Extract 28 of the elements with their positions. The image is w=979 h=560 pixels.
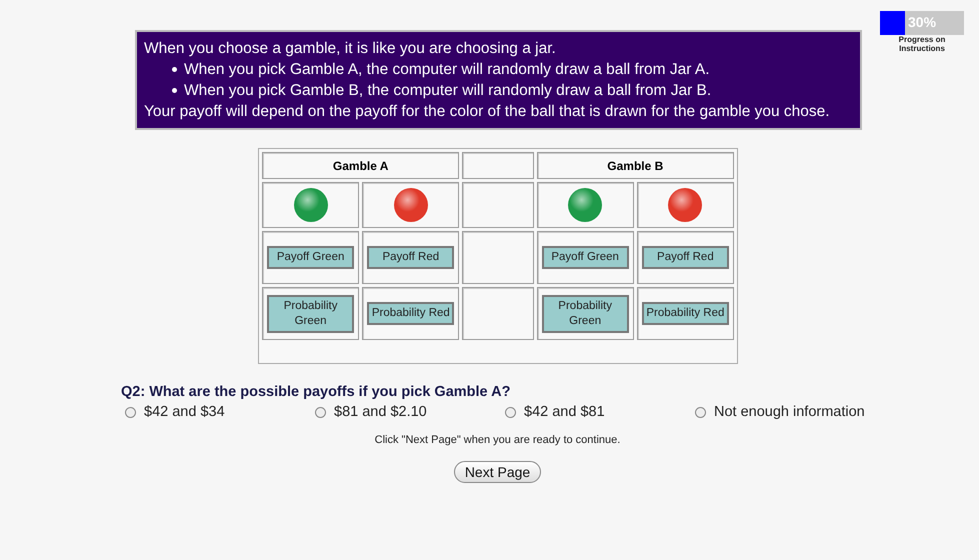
radio-button[interactable] bbox=[125, 406, 136, 418]
instruction-text: When you pick Gamble A, the computer will randomly draw a ball from Jar A. bbox=[184, 60, 710, 80]
radio-button[interactable] bbox=[505, 406, 516, 418]
probability-cell: Probability Red bbox=[367, 302, 454, 325]
payoff-cell: Payoff Green bbox=[542, 246, 629, 269]
bullet-icon bbox=[172, 67, 177, 72]
question-text: Q2: What are the possible payoffs if you pick Gamble A? bbox=[121, 384, 512, 400]
radio-button[interactable] bbox=[315, 406, 326, 418]
instruction-text: When you pick Gamble B, the computer will randomly draw a ball from Jar B. bbox=[184, 81, 712, 101]
probability-cell: Probability Green bbox=[267, 294, 354, 332]
payoff-cell: Payoff Red bbox=[367, 246, 454, 269]
payoff-cell: Payoff Green bbox=[267, 246, 354, 269]
option-label[interactable]: Not enough information bbox=[714, 404, 865, 420]
instruction-text: When you choose a gamble, it is like you are choosing a jar. bbox=[144, 39, 557, 59]
instruction-text: Your payoff will depend on the payoff for the color of the ball that is drawn for the gamble you chose. bbox=[144, 102, 831, 122]
probability-cell: Probability Red bbox=[642, 302, 729, 325]
gamble-header: Gamble A bbox=[262, 152, 460, 179]
next-page-button[interactable]: Next Page bbox=[454, 461, 542, 483]
probability-cell: Probability Green bbox=[542, 294, 629, 332]
option-label[interactable]: $81 and $2.10 bbox=[334, 404, 427, 420]
instruction-note: Click "Next Page" when you are ready to continue. bbox=[374, 434, 622, 446]
option-label[interactable]: $42 and $81 bbox=[524, 404, 605, 420]
payoff-cell: Payoff Red bbox=[642, 246, 729, 269]
option-label[interactable]: $42 and $34 bbox=[144, 404, 225, 420]
gamble-header: Gamble B bbox=[536, 152, 734, 179]
bullet-icon bbox=[172, 88, 177, 93]
radio-button[interactable] bbox=[695, 406, 706, 418]
progress-label: Progress on Instructions bbox=[898, 35, 946, 53]
